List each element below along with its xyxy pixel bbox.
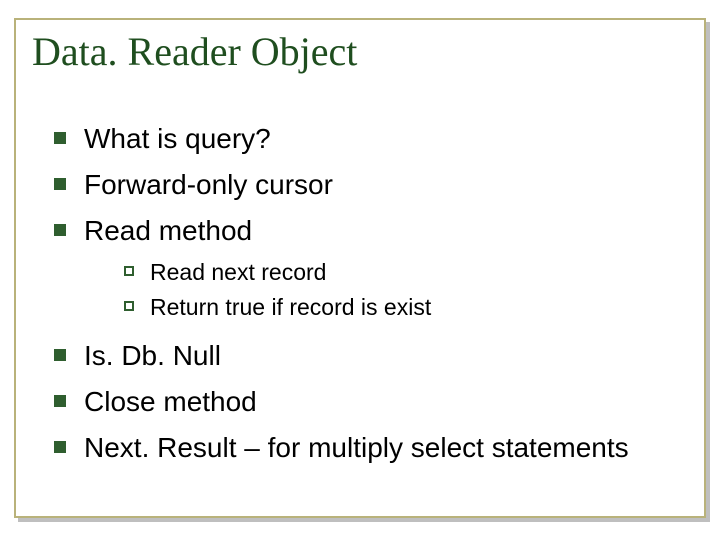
bullet-item: Is. Db. Null [54, 337, 690, 375]
hollow-square-bullet-icon [124, 301, 134, 311]
bullet-text: Next. Result – for multiply select state… [84, 429, 629, 467]
square-bullet-icon [54, 178, 66, 190]
bullet-text: Close method [84, 383, 257, 421]
slide: Data. Reader Object What is query? Forwa… [0, 0, 720, 540]
slide-title: Data. Reader Object [32, 30, 357, 74]
bullet-item: Next. Result – for multiply select state… [54, 429, 690, 467]
bullet-text: Is. Db. Null [84, 337, 221, 375]
square-bullet-icon [54, 441, 66, 453]
sub-bullet-item: Read next record [124, 257, 690, 288]
sub-bullet-item: Return true if record is exist [124, 292, 690, 323]
bullet-item: Forward-only cursor [54, 166, 690, 204]
hollow-square-bullet-icon [124, 266, 134, 276]
slide-body: What is query? Forward-only cursor Read … [54, 120, 690, 475]
square-bullet-icon [54, 349, 66, 361]
bullet-item: Read method [54, 212, 690, 250]
bullet-text: What is query? [84, 120, 271, 158]
sub-bullet-group: Read next record Return true if record i… [124, 257, 690, 323]
bullet-text: Read method [84, 212, 252, 250]
sub-bullet-text: Return true if record is exist [150, 292, 431, 323]
square-bullet-icon [54, 395, 66, 407]
bullet-text: Forward-only cursor [84, 166, 333, 204]
bullet-item: What is query? [54, 120, 690, 158]
title-container: Data. Reader Object [22, 24, 371, 84]
sub-bullet-text: Read next record [150, 257, 326, 288]
square-bullet-icon [54, 132, 66, 144]
square-bullet-icon [54, 224, 66, 236]
bullet-item: Close method [54, 383, 690, 421]
